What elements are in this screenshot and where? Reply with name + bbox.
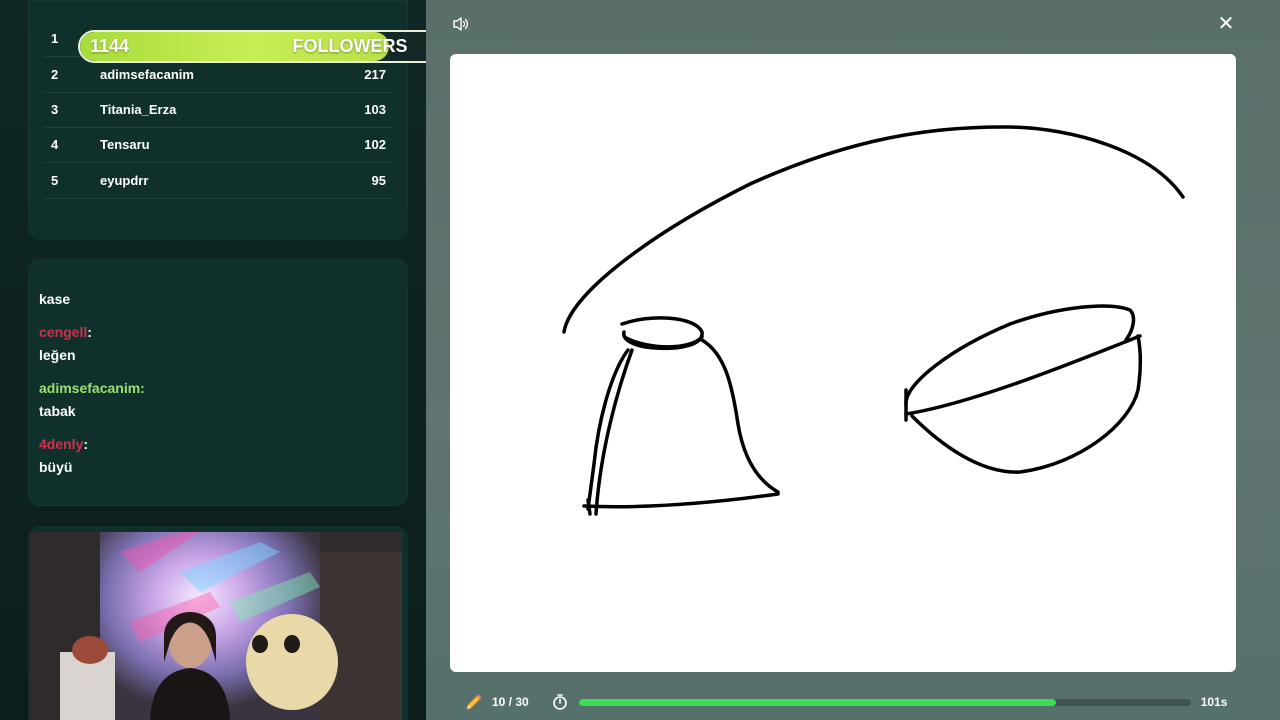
chat-username: adimsefacanim: <box>39 380 145 396</box>
leaderboard-score: 217 <box>364 67 386 82</box>
chat-message: 4denly: büyü <box>39 433 399 479</box>
leaderboard-name: Tensaru <box>100 137 150 152</box>
chat-message-text: leğen <box>39 347 76 363</box>
time-remaining: 101s <box>1200 695 1228 709</box>
pencil-icon <box>466 694 482 710</box>
chat-username: 4denly: <box>39 436 89 452</box>
time-progress-bar <box>578 698 1191 706</box>
stopwatch-icon <box>552 694 567 710</box>
round-counter: 10 / 30 <box>492 695 529 709</box>
drawing-stroke <box>700 338 780 494</box>
game-status-bar: 10 / 30 101s <box>450 684 1236 720</box>
chat-messages: kase cengell: leğen adimsefacanim: tabak… <box>39 288 399 489</box>
leaderboard-fade <box>28 204 408 240</box>
chat-top-fade <box>28 258 408 290</box>
leaderboard-name: adimsefacanim <box>100 67 194 82</box>
leaderboard-score: 103 <box>364 102 386 117</box>
drawing-canvas[interactable] <box>450 54 1236 672</box>
leaderboard-score: 102 <box>364 137 386 152</box>
leaderboard-rank: 3 <box>51 102 59 117</box>
chat-username-text: 4denly <box>39 436 84 452</box>
leaderboard-rank: 5 <box>51 173 59 188</box>
leaderboard-name: eyupdrr <box>100 173 149 188</box>
speaker-icon[interactable] <box>452 16 470 32</box>
drawing-stroke <box>904 304 1136 406</box>
leaderboard-name: Titania_Erza <box>100 102 177 117</box>
webcam-image <box>30 532 402 720</box>
time-progress-fill <box>578 698 1057 706</box>
leaderboard-row: 3 Titania_Erza 103 <box>44 92 394 128</box>
webcam-feed <box>28 526 408 720</box>
chat-username-text: adimsefacanim <box>39 380 141 396</box>
chat-message: kase <box>39 288 399 311</box>
chat-message-text: kase <box>39 291 71 307</box>
drawing-strokes <box>562 125 1185 516</box>
chat-username: cengell: <box>39 324 92 340</box>
leaderboard-row: 5 eyupdrr 95 <box>44 163 394 199</box>
chat-message: cengell: leğen <box>39 321 399 367</box>
leaderboard-score: 95 <box>371 173 386 188</box>
chat-message-text: büyü <box>39 459 73 475</box>
drawing-stroke <box>586 498 592 516</box>
drawing-stroke <box>562 125 1185 334</box>
close-icon[interactable]: ✕ <box>1216 14 1236 34</box>
drawing-stroke <box>582 492 780 509</box>
chat-message: adimsefacanim: tabak <box>39 377 399 423</box>
chat-username-text: cengell <box>39 324 88 340</box>
leaderboard-rank: 4 <box>51 137 59 152</box>
chat-message-text: tabak <box>39 403 76 419</box>
chat-panel: kase cengell: leğen adimsefacanim: tabak… <box>28 258 408 506</box>
leaderboard-rank: 2 <box>51 67 59 82</box>
drawing-stroke <box>904 334 1142 416</box>
leaderboard-row: 4 Tensaru 102 <box>44 127 394 163</box>
